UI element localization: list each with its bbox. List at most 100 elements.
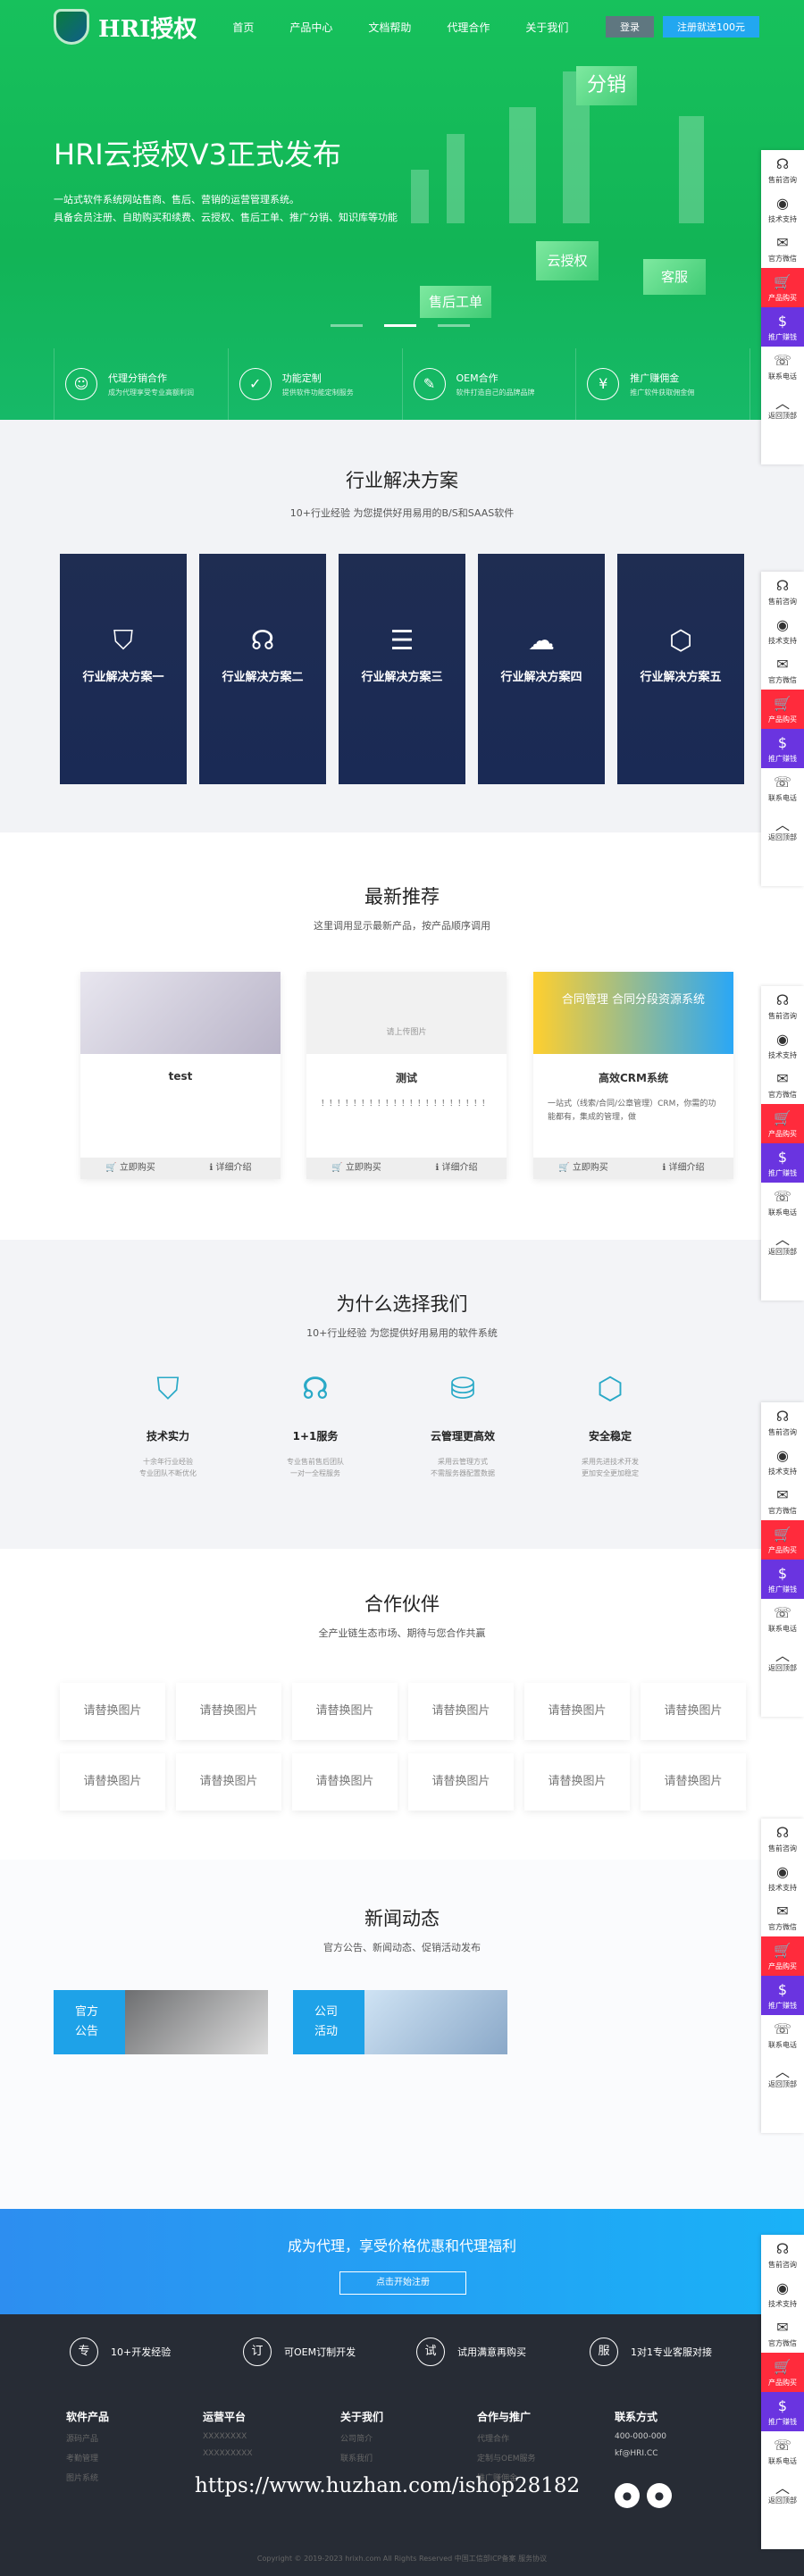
product-card[interactable]: 请上传图片 测试 ！！！！！！！！！！！！！！！！！！！！！ 🛒 立即购买 ℹ 详…	[306, 972, 507, 1179]
sidebar-item[interactable]: $ 推广赚钱	[761, 2392, 804, 2431]
sidebar-item[interactable]: 🛒 产品购买	[761, 2353, 804, 2392]
solution-card[interactable]: ⬡ 行业解决方案五	[617, 554, 744, 784]
sidebar-item[interactable]: $ 推广赚钱	[761, 1976, 804, 2015]
sidebar-item[interactable]: ☏ 联系电话	[761, 1599, 804, 1638]
footer-link[interactable]: 定制与OEM服务	[477, 2452, 536, 2463]
solution-card[interactable]: ⛉ 行业解决方案一	[60, 554, 187, 784]
solution-card[interactable]: ☊ 行业解决方案二	[199, 554, 326, 784]
wechat-icon[interactable]: ●	[615, 2483, 640, 2508]
partner-logo[interactable]: 请替换图片	[60, 1753, 165, 1811]
detail-button[interactable]: ℹ 详细介绍	[406, 1158, 507, 1179]
sidebar-item[interactable]: ◉ 技术支持	[761, 611, 804, 650]
sidebar-item[interactable]: $ 推广赚钱	[761, 1143, 804, 1183]
footer-link[interactable]: XXXXXXXX	[203, 2432, 253, 2441]
menu-products[interactable]: 产品中心	[289, 20, 332, 35]
carousel-dot[interactable]	[438, 324, 470, 327]
partner-logo[interactable]: 请替换图片	[176, 1683, 281, 1740]
partner-logo[interactable]: 请替换图片	[408, 1683, 514, 1740]
sidebar-item[interactable]: 🛒 产品购买	[761, 1520, 804, 1560]
sidebar-item[interactable]: ◉ 技术支持	[761, 1442, 804, 1481]
buy-button[interactable]: 🛒 立即购买	[80, 1158, 180, 1179]
feature-item[interactable]: ✓ 功能定制 提供软件功能定制服务	[229, 348, 403, 420]
qq-icon[interactable]: ●	[647, 2483, 672, 2508]
sidebar-item[interactable]: ✉ 官方微信	[761, 650, 804, 690]
menu-about[interactable]: 关于我们	[525, 20, 568, 35]
sidebar-item[interactable]: ☏ 联系电话	[761, 2431, 804, 2471]
sidebar-item[interactable]: ◉ 技术支持	[761, 1025, 804, 1065]
sidebar-item[interactable]: ︿ 返回顶部	[761, 2471, 804, 2510]
sidebar-item[interactable]: ☏ 联系电话	[761, 768, 804, 807]
footer-link[interactable]: 源码产品	[66, 2432, 109, 2444]
solution-card[interactable]: ☁ 行业解决方案四	[478, 554, 605, 784]
logo-shield-icon[interactable]	[54, 9, 89, 45]
sidebar-item[interactable]: ︿ 返回顶部	[761, 1222, 804, 1261]
detail-button[interactable]: ℹ 详细介绍	[180, 1158, 281, 1179]
sidebar-item[interactable]: 🛒 产品购买	[761, 690, 804, 729]
solution-card[interactable]: ☰ 行业解决方案三	[339, 554, 465, 784]
sidebar-item[interactable]: 🛒 产品购买	[761, 1936, 804, 1976]
sidebar-item[interactable]: $ 推广赚钱	[761, 307, 804, 347]
footer-link[interactable]: XXXXXXXXX	[203, 2449, 253, 2458]
partner-logo[interactable]: 请替换图片	[292, 1753, 398, 1811]
footer-link[interactable]: 公司简介	[340, 2432, 383, 2444]
sidebar-item[interactable]: ︿ 返回顶部	[761, 1638, 804, 1677]
sidebar-item[interactable]: ✉ 官方微信	[761, 1897, 804, 1936]
product-card[interactable]: test 🛒 立即购买 ℹ 详细介绍	[80, 972, 281, 1179]
agent-register-button[interactable]: 点击开始注册	[339, 2271, 466, 2295]
sidebar-item[interactable]: ☊ 售前咨询	[761, 572, 804, 611]
register-button[interactable]: 注册就送100元	[663, 16, 759, 38]
sidebar-item[interactable]: 🛒 产品购买	[761, 268, 804, 307]
sidebar-label: 官方微信	[768, 2339, 797, 2347]
footer-link[interactable]: 图片系统	[66, 2471, 109, 2483]
buy-button[interactable]: 🛒 立即购买	[306, 1158, 406, 1179]
partner-logo[interactable]: 请替换图片	[641, 1753, 746, 1811]
sidebar-item[interactable]: ☊ 售前咨询	[761, 1402, 804, 1442]
menu-home[interactable]: 首页	[232, 20, 254, 35]
partner-logo[interactable]: 请替换图片	[408, 1753, 514, 1811]
sidebar-item[interactable]: ✉ 官方微信	[761, 1065, 804, 1104]
footer-link[interactable]: 考勤管理	[66, 2452, 109, 2463]
menu-agent[interactable]: 代理合作	[447, 20, 490, 35]
sidebar-item[interactable]: ☏ 联系电话	[761, 347, 804, 386]
sidebar-label: 推广赚钱	[768, 1585, 797, 1593]
partner-logo[interactable]: 请替换图片	[176, 1753, 281, 1811]
partner-logo[interactable]: 请替换图片	[292, 1683, 398, 1740]
sidebar-item[interactable]: ◉ 技术支持	[761, 1858, 804, 1897]
sidebar-item[interactable]: ︿ 返回顶部	[761, 386, 804, 425]
carousel-dot[interactable]	[331, 324, 363, 327]
sidebar-item[interactable]: ︿ 返回顶部	[761, 2054, 804, 2094]
sidebar-item[interactable]: $ 推广赚钱	[761, 1560, 804, 1599]
logo-text[interactable]: HRI授权	[98, 11, 197, 44]
sidebar-item[interactable]: ◉ 技术支持	[761, 2274, 804, 2313]
sidebar-item[interactable]: ☏ 联系电话	[761, 1183, 804, 1222]
news-card[interactable]: 公司 活动	[293, 1990, 507, 2054]
product-card[interactable]: 合同管理 合同分段资源系统 高效CRM系统 一站式（线索/合同/公章管理）CRM…	[533, 972, 733, 1179]
sidebar-item[interactable]: ☊ 售前咨询	[761, 150, 804, 189]
login-button[interactable]: 登录	[606, 16, 654, 38]
sidebar-item[interactable]: ✉ 官方微信	[761, 229, 804, 268]
sidebar-item[interactable]: ☊ 售前咨询	[761, 1819, 804, 1858]
partner-logo[interactable]: 请替换图片	[524, 1683, 630, 1740]
footer-link[interactable]: 代理合作	[477, 2432, 536, 2444]
sidebar-item[interactable]: ☊ 售前咨询	[761, 986, 804, 1025]
feature-item[interactable]: ¥ 推广赚佣金 推广软件获取佣金佣	[576, 348, 750, 420]
sidebar-item[interactable]: ◉ 技术支持	[761, 189, 804, 229]
feature-item[interactable]: ☺ 代理分销合作 成为代理享受专业高额利润	[54, 348, 229, 420]
carousel-dot-active[interactable]	[384, 324, 416, 327]
sidebar-item[interactable]: ☏ 联系电话	[761, 2015, 804, 2054]
partner-logo[interactable]: 请替换图片	[524, 1753, 630, 1811]
sidebar-item[interactable]: 🛒 产品购买	[761, 1104, 804, 1143]
feature-item[interactable]: ✎ OEM合作 软件打造自己的品牌品牌	[403, 348, 577, 420]
partner-logo[interactable]: 请替换图片	[60, 1683, 165, 1740]
sidebar-item[interactable]: ☊ 售前咨询	[761, 2235, 804, 2274]
menu-docs[interactable]: 文档帮助	[368, 20, 411, 35]
sidebar-item[interactable]: ︿ 返回顶部	[761, 807, 804, 847]
detail-button[interactable]: ℹ 详细介绍	[633, 1158, 733, 1179]
sidebar-item[interactable]: ✉ 官方微信	[761, 1481, 804, 1520]
news-card[interactable]: 官方 公告	[54, 1990, 268, 2054]
footer-link[interactable]: 联系我们	[340, 2452, 383, 2463]
partner-logo[interactable]: 请替换图片	[641, 1683, 746, 1740]
buy-button[interactable]: 🛒 立即购买	[533, 1158, 633, 1179]
sidebar-item[interactable]: $ 推广赚钱	[761, 729, 804, 768]
sidebar-item[interactable]: ✉ 官方微信	[761, 2313, 804, 2353]
